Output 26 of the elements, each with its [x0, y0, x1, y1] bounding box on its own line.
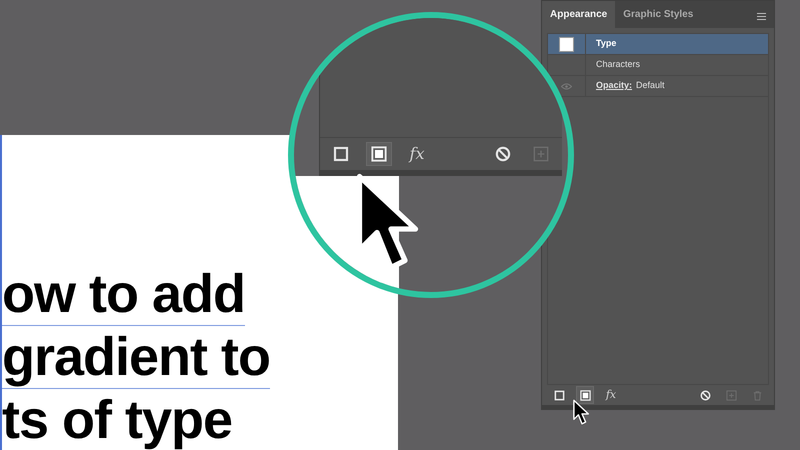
- opacity-value: Default: [636, 79, 665, 92]
- menu-icon[interactable]: [757, 13, 766, 20]
- square-icon: [371, 146, 387, 162]
- add-fill-button[interactable]: [366, 142, 392, 166]
- square-icon: [580, 390, 590, 400]
- square-icon: [333, 146, 349, 162]
- no-sign-icon: [495, 146, 511, 162]
- square-icon: [554, 390, 564, 400]
- trash-icon: [752, 390, 762, 400]
- appearance-row[interactable]: Type: [586, 34, 768, 54]
- plus-square-icon: [533, 146, 549, 162]
- appearance-row[interactable]: Opacity: Default: [586, 76, 768, 96]
- row-label: Characters: [596, 58, 640, 72]
- headline-text: gradient to: [2, 326, 270, 389]
- appearance-row[interactable]: Characters: [586, 55, 768, 75]
- plus-square-icon: [726, 390, 736, 400]
- fx-button[interactable]: fx: [602, 386, 620, 404]
- row-label: Type: [596, 37, 616, 50]
- panel-tab[interactable]: Appearance: [542, 1, 616, 28]
- add-fill-button[interactable]: [576, 386, 594, 404]
- fill-swatch: [559, 36, 574, 52]
- headline-text: ts of type: [2, 389, 232, 450]
- headline-text: ow to add: [2, 263, 245, 326]
- fx-button[interactable]: fx: [404, 142, 430, 166]
- opacity-link[interactable]: Opacity:: [596, 79, 632, 93]
- no-sign-icon: [700, 390, 710, 400]
